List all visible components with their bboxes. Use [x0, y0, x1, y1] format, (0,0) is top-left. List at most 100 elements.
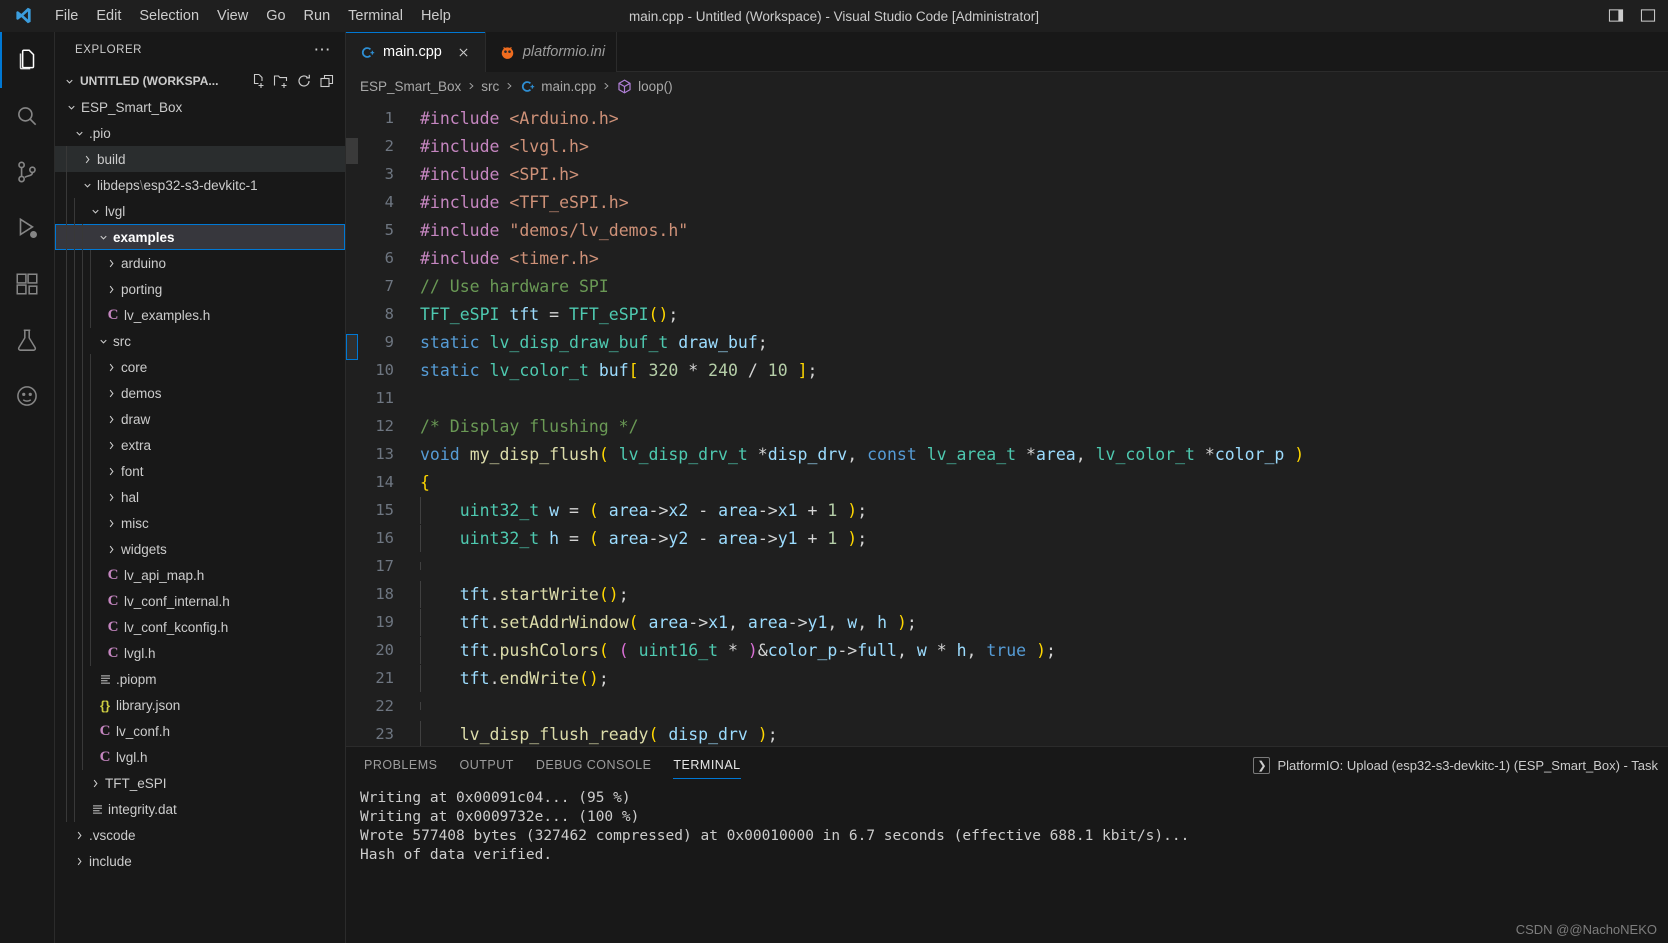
tree-item[interactable]: .vscode [55, 822, 345, 848]
chevron-down-icon[interactable] [79, 172, 96, 198]
terminal-selector[interactable]: ❯ PlatformIO: Upload (esp32-s3-devkitc-1… [1253, 756, 1668, 774]
refresh-icon[interactable] [294, 71, 314, 91]
chevron-right-icon[interactable] [103, 250, 120, 276]
activitybar-item-platformio[interactable] [0, 368, 55, 424]
breadcrumb-item-symbol[interactable]: loop() [616, 78, 673, 95]
code-line[interactable]: 15 uint32_t w = ( area->x2 - area->x1 + … [358, 496, 1668, 524]
tree-item[interactable]: examples [55, 224, 345, 250]
code-lines[interactable]: 1 #include <Arduino.h> 2 #include <lvgl.h> 3… [358, 100, 1668, 746]
panel-tab-output[interactable]: OUTPUT [459, 747, 513, 783]
code-line[interactable]: 3 #include <SPI.h> [358, 160, 1668, 188]
tree-item[interactable]: Clvgl.h [55, 744, 345, 770]
activitybar-item-search[interactable] [0, 88, 55, 144]
chevron-right-icon[interactable] [103, 406, 120, 432]
code-line[interactable]: 4 #include <TFT_eSPI.h> [358, 188, 1668, 216]
tree-item[interactable]: draw [55, 406, 345, 432]
tree-item[interactable]: extra [55, 432, 345, 458]
chevron-down-icon[interactable] [71, 120, 88, 146]
tree-item[interactable]: include [55, 848, 345, 874]
code-line[interactable]: 17 [358, 552, 1668, 580]
chevron-right-icon[interactable] [103, 380, 120, 406]
code-editor[interactable]: 1 #include <Arduino.h> 2 #include <lvgl.h> 3… [346, 100, 1668, 746]
activitybar-item-run-and-debug[interactable] [0, 200, 55, 256]
panel-tab-problems[interactable]: PROBLEMS [364, 747, 437, 783]
activitybar-item-source-control[interactable] [0, 144, 55, 200]
code-line[interactable]: 18 tft.startWrite(); [358, 580, 1668, 608]
code-line[interactable]: 7 // Use hardware SPI [358, 272, 1668, 300]
chevron-right-icon[interactable] [103, 484, 120, 510]
activitybar-item-extensions[interactable] [0, 256, 55, 312]
tree-item[interactable]: {} library.json [55, 692, 345, 718]
collapse-all-icon[interactable] [317, 71, 337, 91]
code-line[interactable]: 1 #include <Arduino.h> [358, 104, 1668, 132]
code-line[interactable]: 5 #include "demos/lv_demos.h" [358, 216, 1668, 244]
tree-item[interactable]: Clv_api_map.h [55, 562, 345, 588]
menu-item-terminal[interactable]: Terminal [339, 5, 412, 27]
chevron-right-icon[interactable] [87, 770, 104, 796]
tree-item[interactable]: Clv_conf_kconfig.h [55, 614, 345, 640]
tree-item[interactable]: libdeps\esp32-s3-devkitc-1 [55, 172, 345, 198]
activity-bar[interactable] [0, 32, 55, 943]
tree-item[interactable]: integrity.dat [55, 796, 345, 822]
tree-item[interactable]: Clv_conf.h [55, 718, 345, 744]
tree-item[interactable]: porting [55, 276, 345, 302]
breadcrumb-item-project[interactable]: ESP_Smart_Box [360, 79, 461, 94]
tree-item[interactable]: font [55, 458, 345, 484]
new-folder-icon[interactable] [271, 71, 291, 91]
terminal-output[interactable]: Writing at 0x00091c04... (95 %) Writing a… [346, 783, 1668, 943]
chevron-down-icon[interactable] [87, 198, 104, 224]
tree-item[interactable]: lvgl [55, 198, 345, 224]
tree-item[interactable]: misc [55, 510, 345, 536]
explorer-actions[interactable] [248, 71, 345, 91]
tree-item[interactable]: arduino [55, 250, 345, 276]
tree-item[interactable]: demos [55, 380, 345, 406]
file-tree[interactable]: ESP_Smart_Box .pio build libdeps\esp32-s3-d… [55, 94, 345, 943]
activitybar-item-explorer[interactable] [0, 32, 55, 88]
chevron-down-icon[interactable] [95, 328, 112, 354]
code-line[interactable]: 14 { [358, 468, 1668, 496]
code-line[interactable]: 11 [358, 384, 1668, 412]
panel-tab-terminal[interactable]: TERMINAL [673, 747, 741, 783]
tree-item[interactable]: Clv_examples.h [55, 302, 345, 328]
menu-bar[interactable]: File Edit Selection View Go Run Terminal… [46, 0, 460, 32]
workspace-section-header[interactable]: UNTITLED (WORKSPA... [55, 68, 345, 94]
breadcrumb[interactable]: ESP_Smart_Box src main.cpp loop() [346, 72, 1668, 100]
menu-item-edit[interactable]: Edit [87, 5, 130, 27]
menu-item-view[interactable]: View [208, 5, 257, 27]
tree-item[interactable]: ESP_Smart_Box [55, 94, 345, 120]
code-line[interactable]: 22 [358, 692, 1668, 720]
new-file-icon[interactable] [248, 71, 268, 91]
explorer-more-actions-icon[interactable]: ⋯ [307, 41, 337, 58]
menu-item-go[interactable]: Go [257, 5, 294, 27]
code-line[interactable]: 10 static lv_color_t buf[ 320 * 240 / 10 … [358, 356, 1668, 384]
tree-item[interactable]: widgets [55, 536, 345, 562]
menu-item-selection[interactable]: Selection [130, 5, 208, 27]
tree-item[interactable]: Clv_conf_internal.h [55, 588, 345, 614]
menu-item-help[interactable]: Help [412, 5, 460, 27]
editor-tab-main-cpp[interactable]: main.cpp [346, 32, 486, 72]
editor-tabs[interactable]: main.cpp platformio.ini [346, 32, 1668, 72]
code-line[interactable]: 8 TFT_eSPI tft = TFT_eSPI(); [358, 300, 1668, 328]
panel-tab-debug-console[interactable]: DEBUG CONSOLE [536, 747, 652, 783]
code-line[interactable]: 2 #include <lvgl.h> [358, 132, 1668, 160]
activitybar-item-testing[interactable] [0, 312, 55, 368]
chevron-right-icon[interactable] [103, 354, 120, 380]
close-icon[interactable] [454, 42, 474, 62]
chevron-right-icon[interactable] [103, 432, 120, 458]
tree-item[interactable]: .piopm [55, 666, 345, 692]
chevron-right-icon[interactable] [103, 536, 120, 562]
code-line[interactable]: 19 tft.setAddrWindow( area->x1, area->y1… [358, 608, 1668, 636]
editor-overview-ruler[interactable] [346, 100, 358, 746]
panel-tabs[interactable]: PROBLEMS OUTPUT DEBUG CONSOLE TERMINAL ❯… [346, 747, 1668, 783]
chevron-right-icon[interactable] [71, 822, 88, 848]
tree-item[interactable]: hal [55, 484, 345, 510]
chevron-right-icon[interactable] [103, 276, 120, 302]
toggle-panel-layout-icon[interactable] [1600, 0, 1632, 32]
chevron-down-icon[interactable] [95, 224, 112, 250]
chevron-right-icon[interactable] [71, 848, 88, 874]
chevron-right-icon[interactable] [103, 510, 120, 536]
menu-item-file[interactable]: File [46, 5, 87, 27]
tree-item[interactable]: Clvgl.h [55, 640, 345, 666]
breadcrumb-item-src[interactable]: src [481, 79, 499, 94]
tree-item[interactable]: TFT_eSPI [55, 770, 345, 796]
